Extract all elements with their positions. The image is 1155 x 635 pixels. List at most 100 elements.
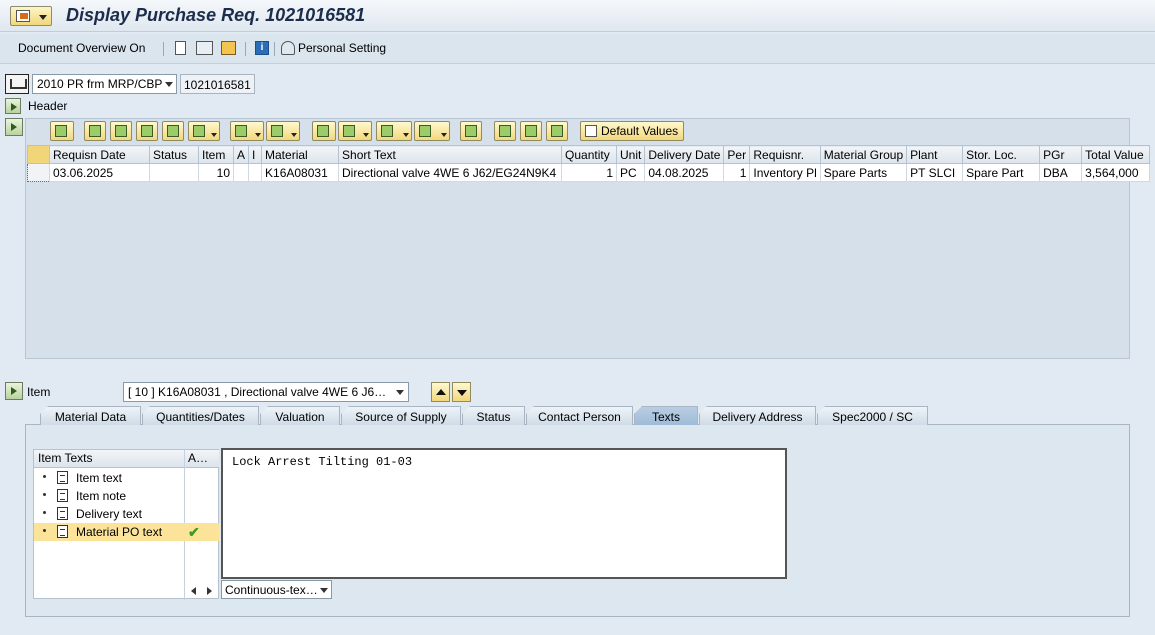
next-item-button[interactable] [452,382,471,402]
column-header[interactable]: PGr [1039,145,1083,164]
tree-item-item-note[interactable]: Item note [34,487,219,505]
cell-pgr[interactable]: DBA [1039,163,1083,182]
tree-scroll-controls [184,582,220,599]
column-header[interactable]: Short Text [338,145,563,164]
display-change-icon[interactable] [196,41,213,55]
cell-unit[interactable]: PC [616,163,646,182]
tab-quantities-dates[interactable]: Quantities/Dates [142,406,259,425]
document-overview-button[interactable]: Document Overview On [18,41,145,55]
tab-valuation[interactable]: Valuation [260,406,340,425]
new-document-icon[interactable] [175,41,186,55]
cell-item[interactable]: 10 [198,163,234,182]
cell-requisn-date[interactable]: 03.06.2025 [49,163,150,182]
tab-source-of-supply[interactable]: Source of Supply [341,406,461,425]
tab-spec2000-sc[interactable]: Spec2000 / SC [817,406,928,425]
column-header[interactable]: Material Group [819,145,908,164]
cell-delivery-date[interactable]: 04.08.2025 [644,163,725,182]
tree-column-header[interactable]: Item Texts [34,450,184,468]
previous-item-button[interactable] [431,382,450,402]
document-type-select[interactable]: 2010 PR frm MRP/CBP [32,74,177,94]
cell-per[interactable]: 1 [723,163,751,182]
cell-total-value[interactable]: 3,564,000 [1081,163,1151,182]
arrow-up-icon [436,389,446,395]
row-selector[interactable] [27,163,50,182]
tab-material-data[interactable]: Material Data [40,406,141,425]
grid-info-button[interactable] [460,121,482,141]
sum-button[interactable] [230,121,264,141]
column-header[interactable]: Item [198,145,234,164]
sort-ascending-button[interactable] [84,121,106,141]
column-header[interactable]: Quantity [561,145,618,164]
tree-item-label: Material PO text [76,525,163,539]
column-header[interactable]: Plant [906,145,964,164]
info-icon [465,125,477,137]
default-values-button[interactable]: Default Values [580,121,685,141]
tab-delivery-address[interactable]: Delivery Address [699,406,816,425]
other-document-icon[interactable] [221,41,236,55]
column-header[interactable]: Status [149,145,199,164]
column-header[interactable]: Total Value [1081,145,1151,164]
cell-material[interactable]: K16A08031 [261,163,340,182]
find-next-button[interactable] [162,121,184,141]
personal-setting-icon[interactable] [281,41,295,55]
cell-status[interactable] [149,163,199,182]
assign-button[interactable] [520,121,542,141]
pr-number-field[interactable]: 1021016581 [180,74,255,94]
subtotal-button[interactable] [266,121,300,141]
cell-quantity[interactable]: 1 [561,163,618,182]
chevron-down-icon [403,133,409,137]
column-header[interactable]: Per [723,145,751,164]
table-row[interactable]: 03.06.2025 10 K16A08031 Directional valv… [27,163,1151,182]
tree-item-item-text[interactable]: Item text [34,469,219,487]
editor-mode-select[interactable]: Continuous-tex… [221,580,332,599]
cell-stor-loc[interactable]: Spare Part [962,163,1041,182]
tree-column-header-a[interactable]: A… [184,450,219,468]
column-header[interactable]: I [248,145,263,164]
shopping-cart-icon[interactable] [5,74,29,94]
scroll-left-icon[interactable] [191,587,196,595]
cell-plant[interactable]: PT SLCI [906,163,964,182]
column-header[interactable]: Requisnr. [749,145,821,164]
layout-button[interactable] [414,121,450,141]
collapse-items-icon[interactable] [5,118,23,136]
sort-descending-button[interactable] [110,121,132,141]
editor-mode-value: Continuous-tex… [225,583,318,597]
scroll-right-icon[interactable] [207,587,212,595]
application-toolbar [0,34,1155,64]
details-button[interactable] [50,121,74,141]
cell-short-text[interactable]: Directional valve 4WE 6 J62/EG24N9K4 [338,163,563,182]
column-header[interactable]: Material [261,145,340,164]
bullet-icon [43,475,46,478]
tab-contact-person[interactable]: Contact Person [526,406,633,425]
expand-header-icon[interactable] [5,98,21,114]
export-button[interactable] [376,121,412,141]
column-header[interactable]: Unit [616,145,646,164]
copy-button[interactable] [494,121,516,141]
views-button[interactable] [338,121,372,141]
column-header[interactable]: Delivery Date [644,145,725,164]
column-header[interactable]: Stor. Loc. [962,145,1041,164]
cell-a[interactable] [232,163,250,182]
item-select[interactable]: [ 10 ] K16A08031 , Directional valve 4WE… [123,382,409,402]
cell-requisnr[interactable]: Inventory Pl [749,163,821,182]
table-header-row: Requisn Date Status Item A I Material Sh… [27,145,1151,164]
select-all-cell[interactable] [27,145,50,164]
info-icon[interactable]: i [255,41,269,55]
cell-i[interactable] [248,163,263,182]
personal-setting-button[interactable]: Personal Setting [298,41,386,55]
text-editor[interactable]: Lock Arrest Tilting 01-03 [221,448,787,579]
filter-icon [193,125,205,137]
find-button[interactable] [136,121,158,141]
cell-material-group[interactable]: Spare Parts [819,163,908,182]
clipboard-button[interactable] [546,121,568,141]
column-header[interactable]: A [232,145,250,164]
collapse-item-detail-icon[interactable] [5,382,23,400]
print-button[interactable] [312,121,336,141]
filter-button[interactable] [188,121,220,141]
tab-status[interactable]: Status [462,406,525,425]
column-header[interactable]: Requisn Date [49,145,150,164]
system-menu-button[interactable] [10,6,52,26]
tab-texts[interactable]: Texts [634,406,698,425]
tree-item-delivery-text[interactable]: Delivery text [34,505,219,523]
tree-item-material-po-text[interactable]: Material PO text ✔ [34,523,219,541]
